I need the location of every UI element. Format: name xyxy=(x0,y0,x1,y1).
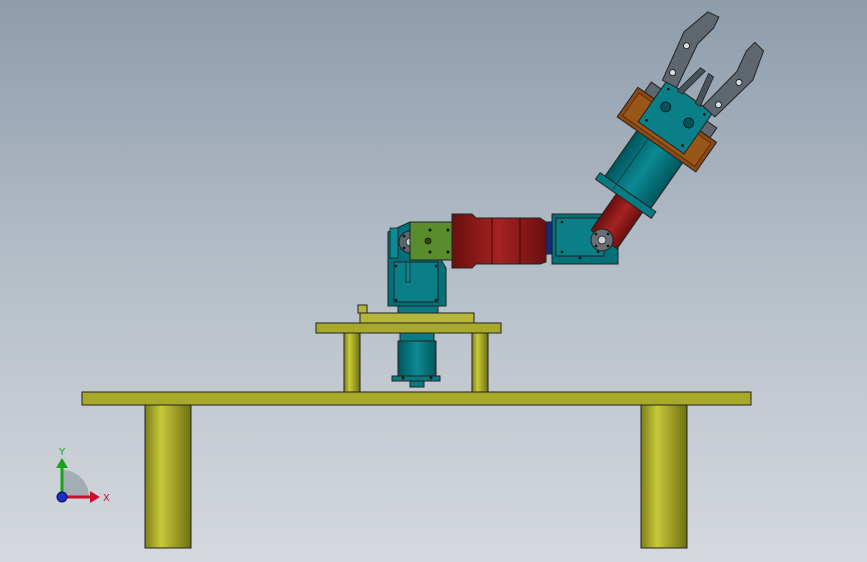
table-leg-left xyxy=(144,404,192,549)
triad-z-axis-dot xyxy=(56,491,68,503)
table-top xyxy=(81,391,752,406)
robot-arm-scene[interactable]: Y X xyxy=(0,0,867,562)
x-axis-arrow-icon xyxy=(90,491,100,503)
wrist-horn xyxy=(590,228,614,252)
platform-tab xyxy=(357,304,368,314)
triad-y-label: Y xyxy=(58,447,66,458)
y-axis-arrow-icon xyxy=(56,458,68,468)
main-table xyxy=(81,391,752,549)
platform-leg-left xyxy=(343,332,361,393)
platform-top xyxy=(315,322,502,334)
upper-arm-link xyxy=(451,213,557,269)
platform-plate xyxy=(359,312,475,324)
platform-leg-right xyxy=(471,332,489,393)
base-servo xyxy=(391,332,441,388)
table-leg-right xyxy=(640,404,688,549)
coordinate-triad: Y X xyxy=(56,447,110,504)
cad-viewport[interactable]: Y X xyxy=(0,0,867,562)
triad-x-label: X xyxy=(103,493,110,504)
triad-quarter-disk xyxy=(62,470,89,497)
